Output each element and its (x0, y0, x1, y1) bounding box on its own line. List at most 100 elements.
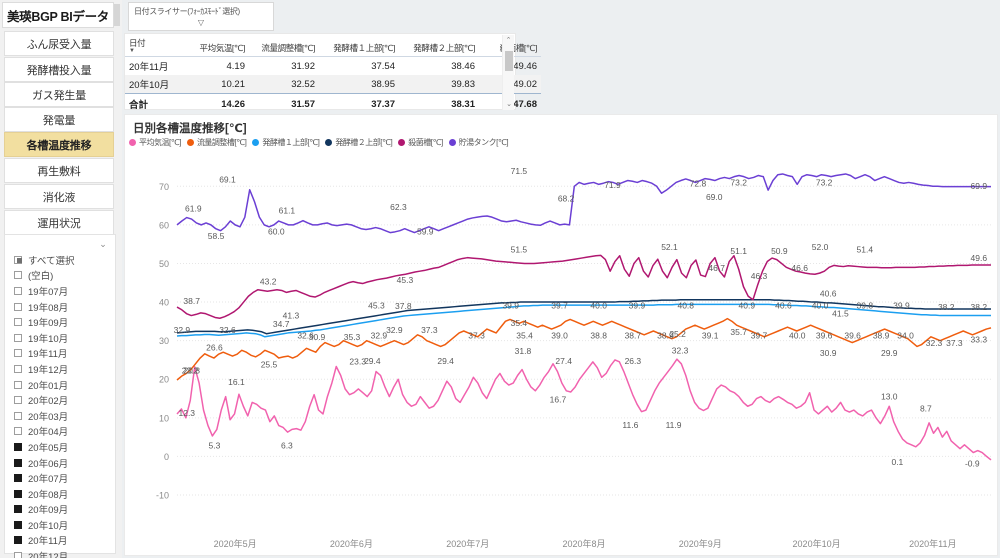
checkbox-icon[interactable] (14, 318, 22, 326)
scroll-up-icon[interactable]: ⌃ (503, 35, 514, 46)
checkbox-icon[interactable] (14, 490, 22, 498)
checkbox-icon[interactable] (14, 334, 22, 342)
data-label: 26.6 (206, 342, 223, 352)
date-filter-label: 19年10月 (28, 331, 68, 345)
legend-color-dot (398, 139, 405, 146)
legend-item[interactable]: 平均気温[℃] (129, 137, 181, 148)
sidebar-item-3[interactable]: 発電量 (4, 107, 114, 132)
date-filter-label: すべて選択 (28, 253, 74, 267)
data-label: 40.6 (820, 289, 837, 299)
data-label: 38.8 (590, 331, 607, 341)
table-header-cell[interactable]: 発酵槽１上部[℃] (319, 34, 399, 57)
date-filter-item[interactable]: 20年11月 (5, 533, 117, 549)
checkbox-icon[interactable] (14, 536, 22, 544)
date-filter-item[interactable]: 20年01月 (5, 377, 117, 393)
checkbox-icon[interactable] (14, 381, 22, 389)
table-scrollbar[interactable]: ⌃ ⌄ (502, 35, 514, 110)
date-filter-item[interactable]: 20年09月 (5, 502, 117, 518)
sidebar-item-6[interactable]: 消化液 (4, 184, 114, 209)
sidebar-item-2[interactable]: ガス発生量 (4, 82, 114, 107)
temperature-chart-card: 日別各槽温度推移[℃] 平均気温[℃]流量調整槽[℃]発酵槽１上部[℃]発酵槽２… (124, 114, 998, 556)
table-row[interactable]: 20年11月4.1931.9237.5438.4649.46 (125, 57, 541, 76)
table-header-cell[interactable]: 平均気温[℃] (187, 34, 249, 57)
date-filter-item[interactable]: すべて選択 (5, 252, 117, 268)
data-label: 12.3 (178, 408, 195, 418)
scroll-down-icon[interactable]: ⌄ (503, 99, 515, 110)
table-cell: 20年11月 (125, 57, 187, 76)
sidebar-item-0[interactable]: ふん尿受入量 (4, 31, 114, 56)
checkbox-icon[interactable] (14, 349, 22, 357)
checkbox-icon[interactable] (14, 552, 22, 558)
series-line[interactable] (177, 174, 991, 233)
data-label: 38.7 (183, 296, 200, 306)
checkbox-icon[interactable] (14, 365, 22, 373)
table-header-cell[interactable]: 流量調整槽[℃] (249, 34, 319, 57)
legend-item[interactable]: 殺菌槽[℃] (398, 137, 442, 148)
data-label: -0.9 (965, 458, 980, 468)
data-label: 41.5 (832, 308, 849, 318)
date-filter-item[interactable]: 20年03月 (5, 408, 117, 424)
date-filter-item[interactable]: 20年10月 (5, 517, 117, 533)
date-filter-item[interactable]: 19年07月 (5, 283, 117, 299)
data-label: 39.9 (629, 301, 646, 311)
checkbox-icon[interactable] (14, 505, 22, 513)
date-filter-label: 20年07月 (28, 471, 68, 485)
checkbox-icon[interactable] (14, 427, 22, 435)
sidebar-item-5[interactable]: 再生敷料 (4, 158, 114, 183)
chart-legend[interactable]: 平均気温[℃] 流量調整槽[℃] 発酵槽１上部[℃] 発酵槽２上部[℃] 殺菌槽[℃] 貯… (129, 137, 508, 148)
sidebar-item-4[interactable]: 各槽温度推移 (4, 132, 114, 157)
y-axis-tick: 20 (159, 375, 169, 385)
checkbox-icon[interactable] (14, 459, 22, 467)
date-filter-list[interactable]: すべて選択(空白)19年07月19年08月19年09月19年10月19年11月1… (5, 252, 117, 558)
table-row[interactable]: 20年10月10.2132.5238.9539.8349.02 (125, 75, 541, 94)
date-filter-item[interactable]: 20年04月 (5, 424, 117, 440)
checkbox-icon[interactable] (14, 521, 22, 529)
sidebar-item-7[interactable]: 運用状況 (4, 210, 114, 235)
scrollbar-thumb[interactable] (505, 51, 513, 71)
checkbox-icon[interactable] (14, 412, 22, 420)
checkbox-icon[interactable] (14, 443, 22, 451)
x-axis-tick: 2020年6月 (330, 538, 373, 549)
legend-item[interactable]: 発酵槽１上部[℃] (252, 137, 319, 148)
checkbox-icon[interactable] (14, 287, 22, 295)
data-label: 49.6 (971, 253, 988, 263)
date-filter-item[interactable]: 20年08月 (5, 486, 117, 502)
table-header-cell[interactable]: 発酵槽２上部[℃] (399, 34, 479, 57)
legend-item[interactable]: 発酵槽２上部[℃] (325, 137, 392, 148)
legend-label: 発酵槽１上部[℃] (262, 137, 319, 148)
date-filter-item[interactable]: 19年10月 (5, 330, 117, 346)
filter-funnel-icon[interactable]: ▽ (134, 18, 268, 27)
series-line[interactable] (177, 359, 991, 460)
legend-item[interactable]: 貯湯タンク[℃] (449, 137, 508, 148)
date-filter-label: 19年12月 (28, 362, 68, 376)
date-filter-item[interactable]: 20年05月 (5, 439, 117, 455)
date-filter-label: 20年05月 (28, 440, 68, 454)
date-filter-item[interactable]: 20年06月 (5, 455, 117, 471)
date-slicer-card[interactable]: 日付スライサー(ﾌｫｰｶｽﾓｰﾄﾞ選択) ▽ (128, 2, 274, 31)
date-filter-item[interactable]: 19年12月 (5, 361, 117, 377)
data-label: 71.9 (604, 180, 621, 190)
checkbox-icon[interactable] (14, 256, 22, 264)
data-label: 61.9 (185, 203, 202, 213)
chevron-down-icon[interactable]: ⌄ (97, 238, 109, 250)
date-filter-item[interactable]: 20年07月 (5, 470, 117, 486)
sidebar-item-1[interactable]: 発酵槽投入量 (4, 57, 114, 82)
date-filter-item[interactable]: 20年12月 (5, 548, 117, 558)
table-header-label: 流量調整槽[℃] (261, 43, 315, 53)
sort-descending-icon[interactable]: ▼ (129, 49, 183, 54)
data-label: 69.0 (706, 192, 723, 202)
date-filter-panel[interactable]: ⌄ すべて選択(空白)19年07月19年08月19年09月19年10月19年11… (4, 234, 116, 554)
data-label: 39.0 (551, 331, 568, 341)
table-header-cell[interactable]: 日付▼ (125, 34, 187, 57)
date-filter-item[interactable]: 19年08月 (5, 299, 117, 315)
date-filter-item[interactable]: 19年11月 (5, 346, 117, 362)
date-filter-item[interactable]: 20年02月 (5, 392, 117, 408)
checkbox-icon[interactable] (14, 396, 22, 404)
checkbox-icon[interactable] (14, 474, 22, 482)
data-label: 29.4 (437, 356, 454, 366)
checkbox-icon[interactable] (14, 303, 22, 311)
checkbox-icon[interactable] (14, 271, 22, 279)
date-filter-item[interactable]: 19年09月 (5, 314, 117, 330)
legend-item[interactable]: 流量調整槽[℃] (187, 137, 246, 148)
date-filter-item[interactable]: (空白) (5, 268, 117, 284)
